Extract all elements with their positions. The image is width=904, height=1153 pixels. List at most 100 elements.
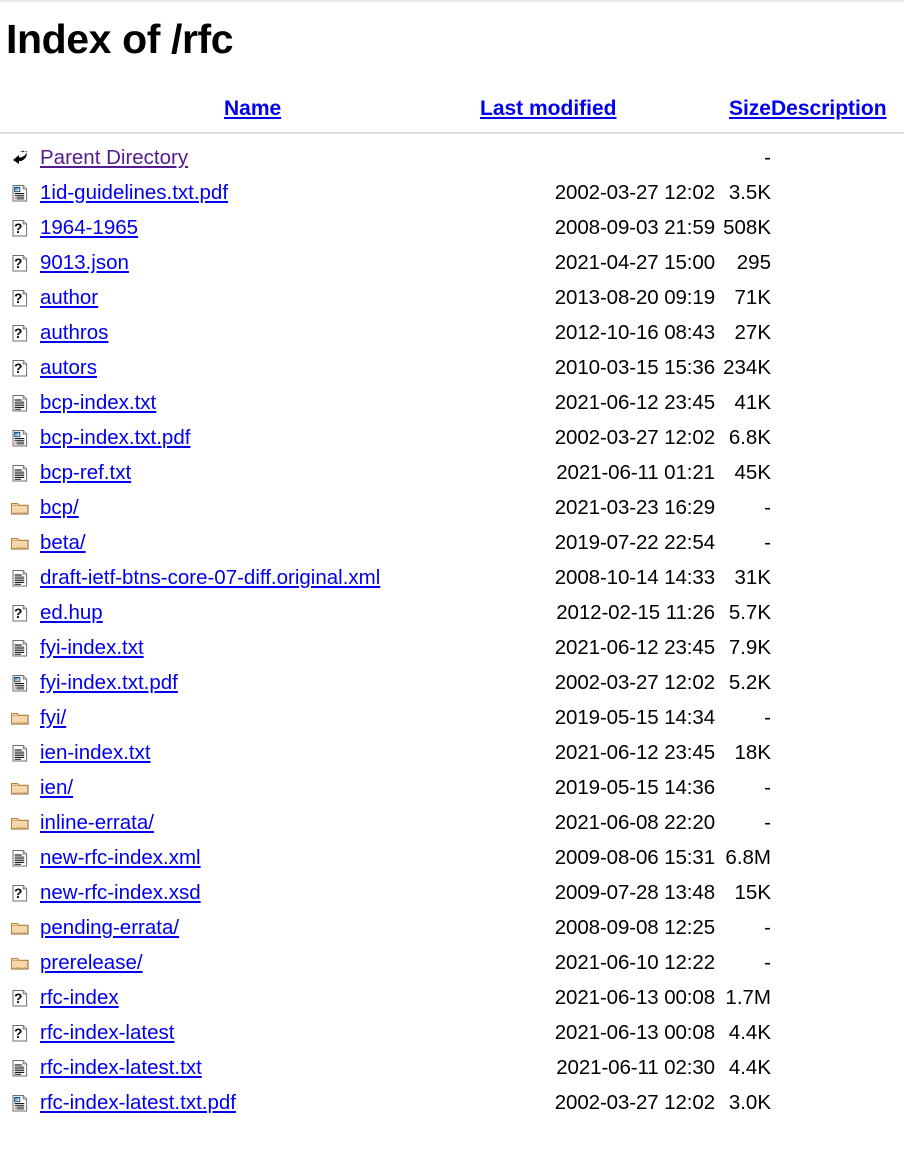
row-name-cell: bcp/ xyxy=(40,490,480,525)
file-link[interactable]: fyi-index.txt xyxy=(40,636,144,659)
file-link[interactable]: new-rfc-index.xsd xyxy=(40,881,201,904)
row-last-modified: 2021-06-13 00:08 xyxy=(554,1020,715,1044)
pdf-document-icon xyxy=(9,427,31,450)
row-icon-cell: ? xyxy=(0,245,40,280)
sort-by-last-modified-link[interactable]: Last modified xyxy=(480,97,617,120)
page-title: Index of /rfc xyxy=(6,16,234,62)
table-row: ? ed.hup 2012-02-15 11:26 5.7K xyxy=(0,595,904,630)
file-link[interactable]: rfc-index xyxy=(40,986,119,1009)
file-link[interactable]: autors xyxy=(40,356,97,379)
file-link[interactable]: Parent Directory xyxy=(40,146,188,169)
file-link[interactable]: pending-errata/ xyxy=(40,916,179,939)
row-name-cell: 9013.json xyxy=(40,245,480,280)
file-link[interactable]: bcp-index.txt.pdf xyxy=(40,426,190,449)
column-header-description: Description xyxy=(771,97,904,127)
row-size: 508K xyxy=(723,215,771,239)
table-row: fyi-index.txt.pdf 2002-03-27 12:02 5.2K xyxy=(0,665,904,700)
table-row: ? authros 2012-10-16 08:43 27K xyxy=(0,315,904,350)
column-header-name: Name xyxy=(40,97,480,127)
sort-by-name-link[interactable]: Name xyxy=(224,97,281,120)
file-link[interactable]: beta/ xyxy=(40,531,86,554)
file-link[interactable]: ien-index.txt xyxy=(40,741,151,764)
file-link[interactable]: draft-ietf-btns-core-07-diff.original.xm… xyxy=(40,566,380,589)
row-icon-cell xyxy=(0,945,40,980)
row-icon-cell xyxy=(0,140,40,175)
sort-by-description-link[interactable]: Description xyxy=(771,97,887,120)
table-row: fyi/2019-05-15 14:34 - xyxy=(0,700,904,735)
row-last-modified: 2021-06-12 23:45 xyxy=(554,390,715,414)
row-last-modified: 2008-09-08 12:25 xyxy=(554,915,715,939)
unknown-file-icon: ? xyxy=(9,1022,31,1045)
row-icon-cell xyxy=(0,770,40,805)
table-row: bcp-index.txt 2021-06-12 23:45 41K xyxy=(0,385,904,420)
row-icon-cell: ? xyxy=(0,350,40,385)
table-row: ? rfc-index-latest 2021-06-13 00:08 4.4K xyxy=(0,1015,904,1050)
table-row: ? 1964-1965 2008-09-03 21:59 508K xyxy=(0,210,904,245)
table-row: new-rfc-index.xml 2009-08-06 15:31 6.8M xyxy=(0,840,904,875)
row-last-modified: 2002-03-27 12:02 xyxy=(554,670,715,694)
svg-text:?: ? xyxy=(14,1026,22,1041)
file-link[interactable]: author xyxy=(40,286,98,309)
table-row: 1id-guidelines.txt.pdf 2002-03-27 12:02 3.… xyxy=(0,175,904,210)
row-last-modified xyxy=(480,140,715,175)
file-link[interactable]: bcp-index.txt xyxy=(40,391,156,414)
file-link[interactable]: inline-errata/ xyxy=(40,811,154,834)
file-link[interactable]: rfc-index-latest.txt.pdf xyxy=(40,1091,236,1114)
sort-by-size-link[interactable]: Size xyxy=(729,97,771,120)
file-link[interactable]: 1id-guidelines.txt.pdf xyxy=(40,181,228,204)
file-link[interactable]: bcp/ xyxy=(40,496,79,519)
row-last-modified: 2019-05-15 14:36 xyxy=(554,775,715,799)
table-row: pending-errata/2008-09-08 12:25 - xyxy=(0,910,904,945)
row-size: - xyxy=(764,775,771,799)
row-size: 3.0K xyxy=(728,1090,771,1114)
header-divider xyxy=(0,132,904,135)
row-size: - xyxy=(764,495,771,519)
file-link[interactable]: prerelease/ xyxy=(40,951,143,974)
row-description xyxy=(771,490,904,525)
row-name-cell: ien-index.txt xyxy=(40,735,480,770)
row-name-cell: autors xyxy=(40,350,480,385)
file-link[interactable]: ien/ xyxy=(40,776,73,799)
file-link[interactable]: 1964-1965 xyxy=(40,216,138,239)
folder-icon xyxy=(9,952,31,975)
file-link[interactable]: ed.hup xyxy=(40,601,103,624)
file-link[interactable]: bcp-ref.txt xyxy=(40,461,131,484)
column-header-last-modified: Last modified xyxy=(480,97,715,127)
row-description xyxy=(771,665,904,700)
row-last-modified: 2008-09-03 21:59 xyxy=(554,215,715,239)
file-link[interactable]: fyi/ xyxy=(40,706,66,729)
row-icon-cell xyxy=(0,735,40,770)
row-description xyxy=(771,210,904,245)
row-icon-cell xyxy=(0,910,40,945)
row-description xyxy=(771,595,904,630)
row-icon-cell xyxy=(0,385,40,420)
row-size: - xyxy=(764,950,771,974)
row-name-cell: new-rfc-index.xml xyxy=(40,840,480,875)
header-divider-cell xyxy=(0,127,904,140)
file-link[interactable]: new-rfc-index.xml xyxy=(40,846,201,869)
file-link[interactable]: authros xyxy=(40,321,108,344)
file-link[interactable]: rfc-index-latest xyxy=(40,1021,174,1044)
row-icon-cell: ? xyxy=(0,280,40,315)
pdf-document-icon xyxy=(9,672,31,695)
row-last-modified: 2009-07-28 13:48 xyxy=(554,880,715,904)
row-icon-cell xyxy=(0,630,40,665)
row-icon-cell: ? xyxy=(0,980,40,1015)
row-icon-cell xyxy=(0,420,40,455)
file-link[interactable]: 9013.json xyxy=(40,251,129,274)
row-description xyxy=(771,910,904,945)
folder-icon xyxy=(9,532,31,555)
row-size: 4.4K xyxy=(728,1055,771,1079)
table-row: ? rfc-index 2021-06-13 00:08 1.7M xyxy=(0,980,904,1015)
table-row: rfc-index-latest.txt 2021-06-11 02:30 4.4K xyxy=(0,1050,904,1085)
text-document-icon xyxy=(9,742,31,765)
row-last-modified: 2021-06-12 23:45 xyxy=(554,635,715,659)
file-link[interactable]: fyi-index.txt.pdf xyxy=(40,671,178,694)
row-size: 4.4K xyxy=(728,1020,771,1044)
table-row: ien-index.txt 2021-06-12 23:45 18K xyxy=(0,735,904,770)
row-size: 7.9K xyxy=(728,635,771,659)
table-row: Parent Directory - xyxy=(0,140,904,175)
row-icon-cell xyxy=(0,700,40,735)
file-link[interactable]: rfc-index-latest.txt xyxy=(40,1056,202,1079)
folder-icon xyxy=(9,812,31,835)
